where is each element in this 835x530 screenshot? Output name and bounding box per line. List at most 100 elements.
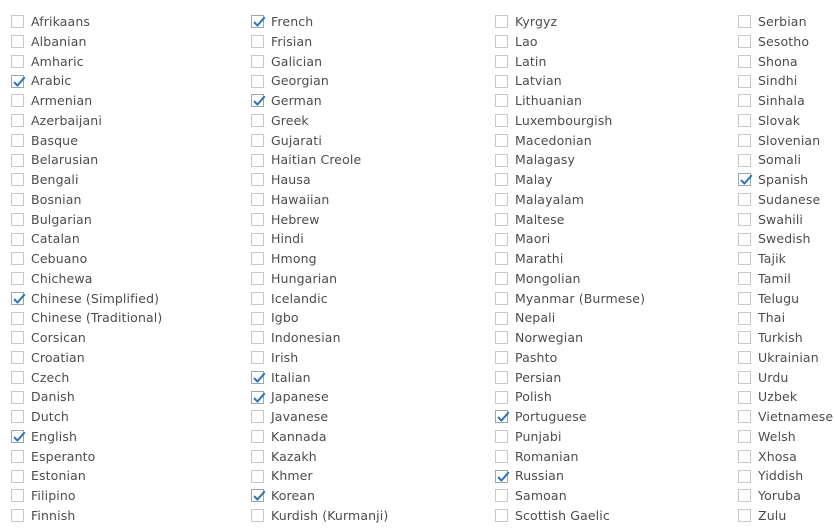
checkbox-unchecked-icon[interactable]	[738, 133, 751, 147]
language-option-row[interactable]: Sindhi	[738, 71, 835, 91]
language-option-row[interactable]: Turkish	[738, 328, 835, 348]
checkbox-unchecked-icon[interactable]	[495, 232, 508, 246]
checkbox-unchecked-icon[interactable]	[11, 469, 24, 483]
language-option-row[interactable]: Zulu	[738, 506, 835, 526]
language-option-row[interactable]: Filipino	[11, 486, 241, 506]
checkbox-unchecked-icon[interactable]	[251, 212, 264, 226]
checkbox-unchecked-icon[interactable]	[251, 232, 264, 246]
checkbox-unchecked-icon[interactable]	[251, 153, 264, 167]
checkbox-unchecked-icon[interactable]	[11, 410, 24, 424]
language-option-row[interactable]: Chinese (Traditional)	[11, 308, 241, 328]
language-option-row[interactable]: Portuguese	[495, 407, 725, 427]
checkbox-unchecked-icon[interactable]	[11, 311, 24, 325]
language-option-row[interactable]: Catalan	[11, 229, 241, 249]
checkbox-unchecked-icon[interactable]	[495, 153, 508, 167]
checkbox-unchecked-icon[interactable]	[495, 133, 508, 147]
checkbox-unchecked-icon[interactable]	[251, 272, 264, 286]
language-option-row[interactable]: English	[11, 427, 241, 447]
language-option-row[interactable]: Telugu	[738, 289, 835, 309]
language-option-row[interactable]: Hungarian	[251, 269, 486, 289]
checkbox-unchecked-icon[interactable]	[11, 94, 24, 108]
checkbox-unchecked-icon[interactable]	[11, 272, 24, 286]
language-option-row[interactable]: Haitian Creole	[251, 150, 486, 170]
checkbox-unchecked-icon[interactable]	[738, 469, 751, 483]
language-option-row[interactable]: Uzbek	[738, 387, 835, 407]
language-option-row[interactable]: Scottish Gaelic	[495, 506, 725, 526]
checkbox-checked-icon[interactable]	[495, 410, 510, 424]
language-option-row[interactable]: Thai	[738, 308, 835, 328]
language-option-row[interactable]: Khmer	[251, 466, 486, 486]
language-option-row[interactable]: Urdu	[738, 368, 835, 388]
checkbox-unchecked-icon[interactable]	[251, 291, 264, 305]
language-option-row[interactable]: Slovak	[738, 111, 835, 131]
language-option-row[interactable]: Kannada	[251, 427, 486, 447]
language-option-row[interactable]: Danish	[11, 387, 241, 407]
checkbox-checked-icon[interactable]	[251, 489, 266, 503]
language-option-row[interactable]: Mongolian	[495, 269, 725, 289]
checkbox-unchecked-icon[interactable]	[251, 54, 264, 68]
checkbox-unchecked-icon[interactable]	[738, 212, 751, 226]
language-option-row[interactable]: Indonesian	[251, 328, 486, 348]
checkbox-unchecked-icon[interactable]	[495, 272, 508, 286]
checkbox-unchecked-icon[interactable]	[738, 252, 751, 266]
checkbox-unchecked-icon[interactable]	[495, 15, 508, 29]
checkbox-unchecked-icon[interactable]	[11, 232, 24, 246]
checkbox-checked-icon[interactable]	[251, 15, 266, 29]
checkbox-checked-icon[interactable]	[495, 469, 510, 483]
language-option-row[interactable]: Sesotho	[738, 32, 835, 52]
checkbox-unchecked-icon[interactable]	[738, 311, 751, 325]
checkbox-unchecked-icon[interactable]	[251, 430, 264, 444]
language-option-row[interactable]: Swedish	[738, 229, 835, 249]
language-option-row[interactable]: Vietnamese	[738, 407, 835, 427]
checkbox-unchecked-icon[interactable]	[251, 410, 264, 424]
checkbox-unchecked-icon[interactable]	[738, 449, 751, 463]
checkbox-unchecked-icon[interactable]	[738, 94, 751, 108]
language-option-row[interactable]: Lao	[495, 32, 725, 52]
checkbox-unchecked-icon[interactable]	[251, 35, 264, 49]
checkbox-unchecked-icon[interactable]	[738, 232, 751, 246]
checkbox-unchecked-icon[interactable]	[738, 114, 751, 128]
checkbox-unchecked-icon[interactable]	[11, 35, 24, 49]
checkbox-checked-icon[interactable]	[251, 370, 266, 384]
language-option-row[interactable]: Croatian	[11, 348, 241, 368]
checkbox-unchecked-icon[interactable]	[251, 509, 264, 523]
language-option-row[interactable]: Yoruba	[738, 486, 835, 506]
checkbox-unchecked-icon[interactable]	[738, 74, 751, 88]
language-option-row[interactable]: Romanian	[495, 447, 725, 467]
language-option-row[interactable]: Myanmar (Burmese)	[495, 289, 725, 309]
checkbox-unchecked-icon[interactable]	[495, 351, 508, 365]
checkbox-unchecked-icon[interactable]	[11, 114, 24, 128]
checkbox-checked-icon[interactable]	[11, 291, 26, 305]
checkbox-unchecked-icon[interactable]	[495, 74, 508, 88]
language-option-row[interactable]: Pashto	[495, 348, 725, 368]
checkbox-unchecked-icon[interactable]	[11, 15, 24, 29]
checkbox-unchecked-icon[interactable]	[738, 390, 751, 404]
language-option-row[interactable]: Russian	[495, 466, 725, 486]
language-option-row[interactable]: Azerbaijani	[11, 111, 241, 131]
checkbox-unchecked-icon[interactable]	[738, 370, 751, 384]
checkbox-unchecked-icon[interactable]	[11, 133, 24, 147]
checkbox-unchecked-icon[interactable]	[251, 133, 264, 147]
language-option-row[interactable]: Xhosa	[738, 447, 835, 467]
language-option-row[interactable]: Hawaiian	[251, 190, 486, 210]
language-option-row[interactable]: Spanish	[738, 170, 835, 190]
checkbox-checked-icon[interactable]	[251, 94, 266, 108]
checkbox-unchecked-icon[interactable]	[11, 54, 24, 68]
language-option-row[interactable]: Polish	[495, 387, 725, 407]
checkbox-unchecked-icon[interactable]	[738, 54, 751, 68]
language-option-row[interactable]: Armenian	[11, 91, 241, 111]
checkbox-unchecked-icon[interactable]	[11, 331, 24, 345]
checkbox-unchecked-icon[interactable]	[738, 509, 751, 523]
language-option-row[interactable]: Hmong	[251, 249, 486, 269]
language-option-row[interactable]: Malayalam	[495, 190, 725, 210]
checkbox-unchecked-icon[interactable]	[11, 252, 24, 266]
language-option-row[interactable]: Marathi	[495, 249, 725, 269]
language-option-row[interactable]: Luxembourgish	[495, 111, 725, 131]
language-option-row[interactable]: Japanese	[251, 387, 486, 407]
language-option-row[interactable]: Sudanese	[738, 190, 835, 210]
checkbox-unchecked-icon[interactable]	[495, 54, 508, 68]
language-option-row[interactable]: Javanese	[251, 407, 486, 427]
checkbox-unchecked-icon[interactable]	[251, 252, 264, 266]
checkbox-unchecked-icon[interactable]	[738, 331, 751, 345]
checkbox-unchecked-icon[interactable]	[11, 370, 24, 384]
